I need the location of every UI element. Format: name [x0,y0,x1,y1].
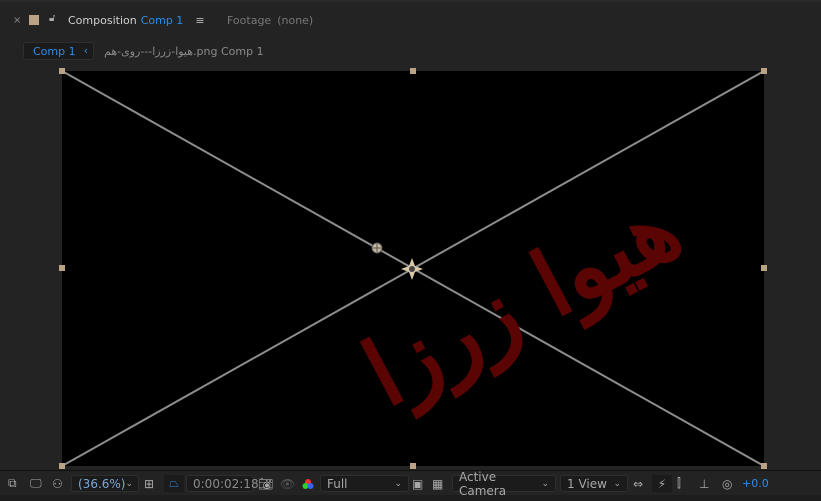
always-preview-icon[interactable]: ⧉ [8,475,17,492]
timeline-icon[interactable]: ⫿ [677,475,681,492]
pixel-aspect-icon[interactable]: ⇔ [633,475,643,492]
camera-snapshot-icon[interactable]: 📷︎ [258,475,273,492]
exposure-value[interactable]: +0.0 [742,475,769,492]
transparency-grid-icon[interactable]: ▦ [432,475,443,492]
panel-menu-icon[interactable]: ≡ [195,14,204,27]
chevron-down-icon: ⌄ [394,478,402,489]
mask-visibility-icon[interactable]: ⚇ [52,475,63,492]
chevron-left-icon[interactable]: ‹ [84,44,88,57]
mask-path-toggle-icon[interactable]: ⏢ [164,475,184,492]
resolution-dropdown[interactable]: Full ⌄ [320,475,409,492]
monitor-icon[interactable]: 🖵︎ [30,475,42,492]
grid-guides-icon[interactable]: ⊞ [144,475,154,492]
transform-handle[interactable] [410,68,416,74]
chevron-down-icon: ⌄ [541,478,549,489]
chevron-down-icon: ⌄ [613,478,621,489]
composition-viewer[interactable]: هیوا زرزا [0,64,821,470]
breadcrumb-path[interactable]: هیوا-زرزا---روی-هم.png Comp 1 [104,45,264,58]
breadcrumb-current-comp[interactable]: Comp 1 ‹ [23,42,94,60]
tab-composition[interactable]: Composition Comp 1 ≡ [68,14,205,27]
channel-rgb-icon[interactable] [302,475,314,492]
chevron-down-icon: ⌄ [125,478,134,489]
composition-canvas[interactable]: هیوا زرزا [59,68,767,469]
transform-handle[interactable] [59,265,65,271]
viewer-toolbar: ⧉ 🖵︎ ⚇ (36.6%) ⌄ ⊞ ⏢ 0:00:02:18 📷︎ 👁︎ Fu… [0,470,821,498]
lock-icon[interactable]: 🔓︎ [49,13,55,24]
region-of-interest-icon[interactable]: ▣ [412,475,423,492]
transform-handle[interactable] [761,463,767,469]
flowchart-icon[interactable]: ⊥ [699,475,709,492]
anchor-point-icon[interactable] [371,242,383,254]
tab-footage[interactable]: Footage (none) [227,14,313,27]
transform-handle[interactable] [410,463,416,469]
fast-previews-icon[interactable]: ⚡︎ [652,475,672,492]
panel-tab-bar: × 🔓︎ Composition Comp 1 ≡ Footage (none) [0,0,821,40]
breadcrumb: Comp 1 ‹ هیوا-زرزا---روی-هم.png Comp 1 [0,38,821,64]
current-time-display[interactable]: 0:00:02:18 [186,475,259,492]
reset-exposure-icon[interactable]: ◎ [722,475,732,492]
show-snapshot-icon[interactable]: 👁︎ [280,475,295,492]
label-color-swatch[interactable] [29,15,39,25]
close-icon[interactable]: × [13,15,21,26]
position-crosshair-icon[interactable] [401,258,423,280]
transform-handle[interactable] [59,463,65,469]
camera-view-dropdown[interactable]: Active Camera ⌄ [452,470,556,498]
view-layout-dropdown[interactable]: 1 View ⌄ [560,475,628,492]
transform-handle[interactable] [761,68,767,74]
transform-handle[interactable] [761,265,767,271]
transform-handle[interactable] [59,68,65,74]
magnification-dropdown[interactable]: (36.6%) ⌄ [71,475,139,492]
